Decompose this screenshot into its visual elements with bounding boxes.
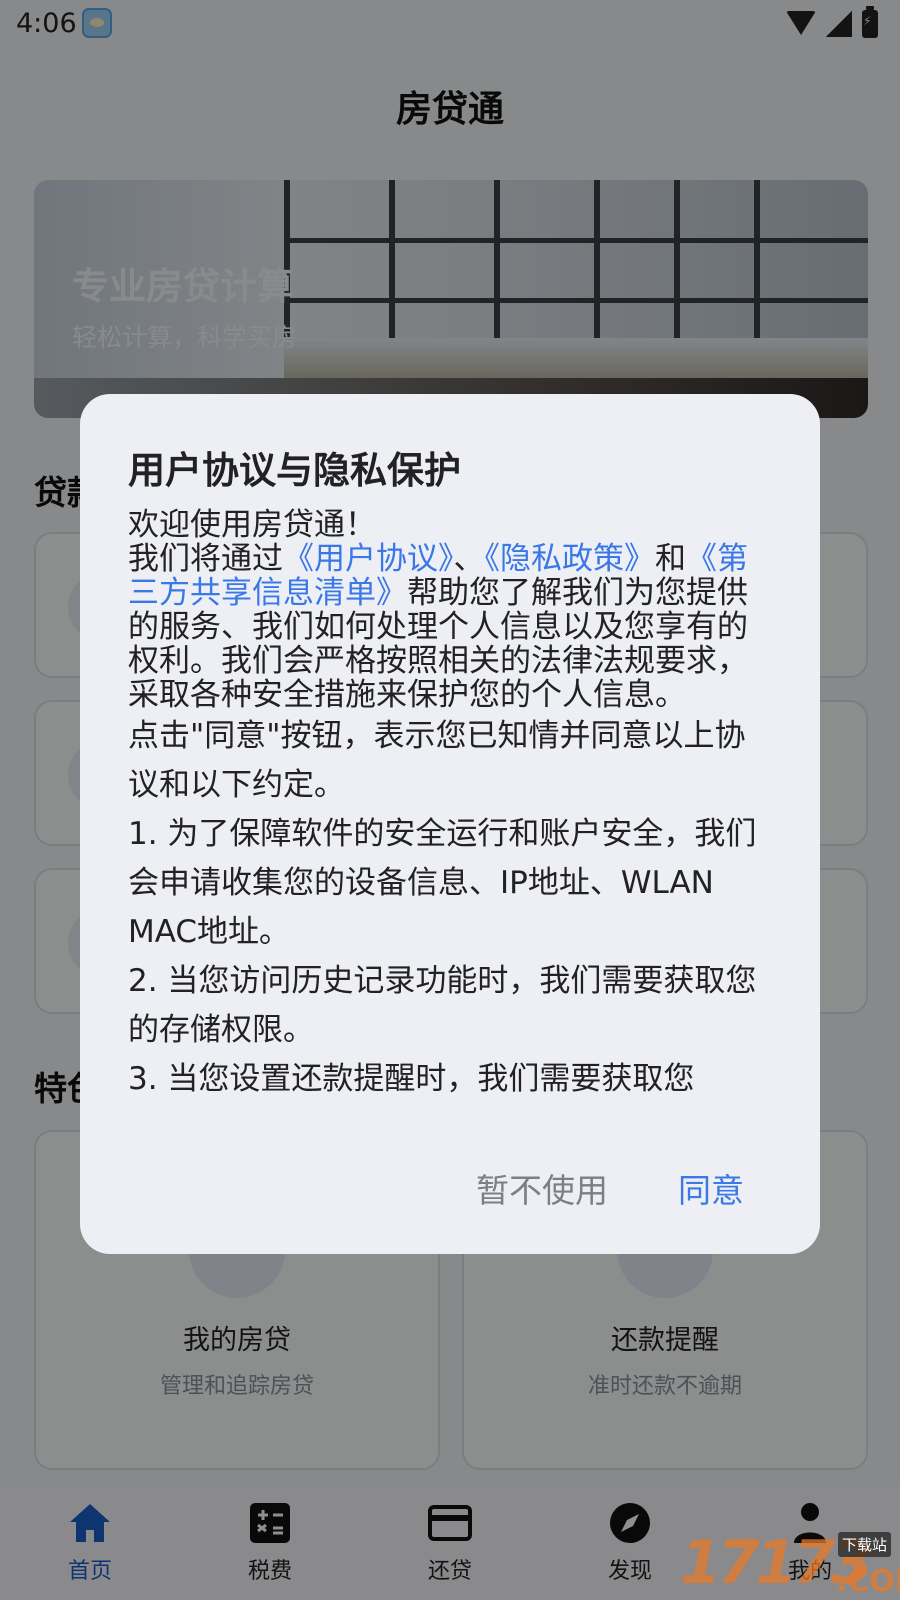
welcome-line: 欢迎使用房贷通！ bbox=[128, 508, 376, 543]
permission-item-1: 1. 为了保障软件的安全运行和账户安全，我们会申请收集您的设备信息、IP地址、W… bbox=[128, 816, 757, 950]
dialog-title: 用户协议与隐私保护 bbox=[128, 449, 461, 492]
conjunction: 和 bbox=[655, 541, 686, 577]
permission-item-2: 2. 当您访问历史记录功能时，我们需要获取您的存储权限。 bbox=[128, 963, 757, 1048]
separator: 、 bbox=[453, 541, 485, 577]
dialog-body[interactable]: 欢迎使用房贷通！ 我们将通过《用户协议》、《隐私政策》和《第三方共享信息清单》帮… bbox=[128, 508, 772, 1138]
watermark-tag: 下载站 bbox=[838, 1532, 892, 1557]
decline-button[interactable]: 暂不使用 bbox=[476, 1164, 608, 1212]
agree-button[interactable]: 同意 bbox=[678, 1164, 744, 1212]
privacy-policy-link[interactable]: 《隐私政策》 bbox=[485, 541, 656, 577]
consent-text: 点击"同意"按钮，表示您已知情并同意以上协议和以下约定。 bbox=[128, 718, 746, 803]
welcome-text: 欢迎使用房贷通！ bbox=[128, 508, 772, 542]
watermark-suffix: .COM bbox=[836, 1564, 900, 1599]
intro-paragraph: 我们将通过《用户协议》、《隐私政策》和《第三方共享信息清单》帮助您了解我们为您提… bbox=[128, 542, 772, 712]
dialog-actions: 暂不使用 同意 bbox=[476, 1164, 744, 1212]
privacy-dialog: 用户协议与隐私保护 欢迎使用房贷通！ 我们将通过《用户协议》、《隐私政策》和《第… bbox=[80, 394, 820, 1254]
permission-item-3: 3. 当您设置还款提醒时，我们需要获取您 bbox=[128, 1061, 695, 1097]
user-agreement-link[interactable]: 《用户协议》 bbox=[283, 541, 454, 577]
intro-prefix: 我们将通过 bbox=[128, 541, 283, 577]
